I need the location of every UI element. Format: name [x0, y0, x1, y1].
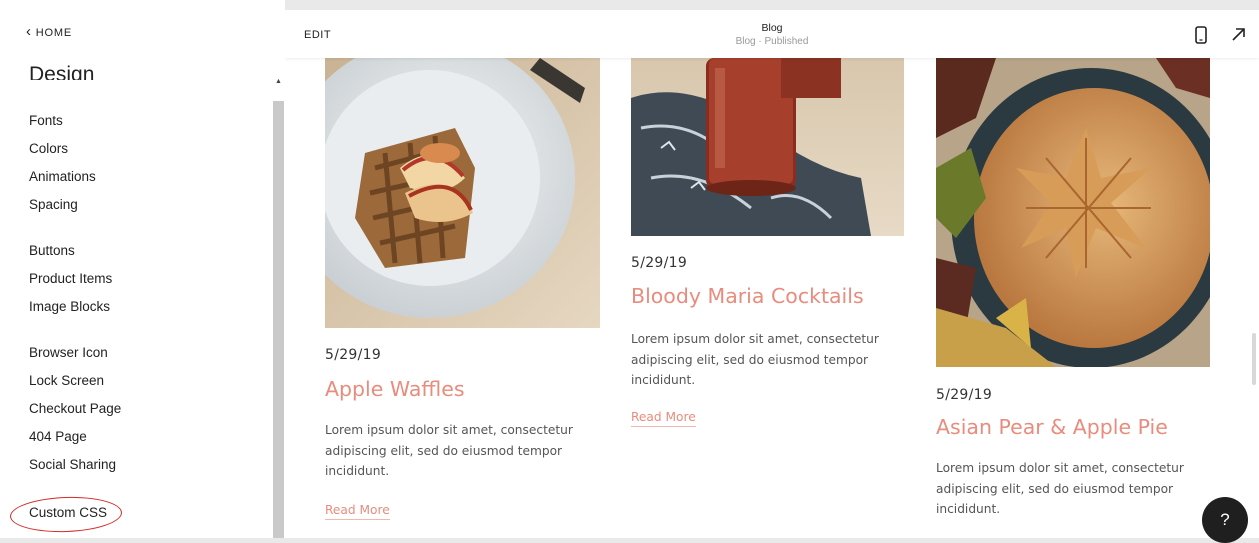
menu-item-lock-screen[interactable]: Lock Screen: [29, 367, 121, 395]
menu-item-animations[interactable]: Animations: [29, 163, 96, 191]
page-status: Blog · Published: [735, 36, 809, 47]
chevron-left-icon: ‹: [26, 23, 32, 40]
page-title: Blog: [761, 22, 783, 34]
menu-item-custom-css[interactable]: Custom CSS: [29, 499, 107, 527]
pie-photo[interactable]: [936, 58, 1210, 367]
menu-item-browser-icon[interactable]: Browser Icon: [29, 339, 121, 367]
sidebar-scrollbar[interactable]: [273, 101, 284, 538]
post-excerpt: Lorem ipsum dolor sit amet, consectetur …: [936, 461, 1184, 516]
menu-item-social-sharing[interactable]: Social Sharing: [29, 451, 121, 479]
post-date: 5/29/19: [936, 387, 993, 403]
site-preview: EDIT Blog Blog · Published 5/29/19 Apple…: [285, 10, 1259, 538]
read-more-link[interactable]: Read More: [631, 410, 696, 427]
post-excerpt: Lorem ipsum dolor sit amet, consectetur …: [631, 332, 879, 387]
post-title[interactable]: Bloody Maria Cocktails: [631, 284, 864, 308]
menu-item-fonts[interactable]: Fonts: [29, 107, 96, 135]
post-title[interactable]: Asian Pear & Apple Pie: [936, 415, 1168, 439]
preview-scrollbar-thumb[interactable]: [1252, 333, 1256, 385]
section-title: Design: [29, 63, 95, 80]
blog-content: 5/29/19 Apple Waffles Lorem ipsum dolor …: [285, 58, 1259, 538]
help-button[interactable]: ?: [1202, 497, 1248, 543]
menu-group-site: Browser Icon Lock Screen Checkout Page 4…: [29, 339, 121, 479]
bloody-maria-photo[interactable]: [631, 58, 904, 236]
post-date: 5/29/19: [325, 347, 382, 363]
home-label: HOME: [35, 27, 72, 39]
read-more-link[interactable]: Read More: [325, 503, 390, 520]
menu-group-style: Fonts Colors Animations Spacing: [29, 107, 96, 219]
sidebar: ‹ HOME Design ▲ Fonts Colors Animations …: [0, 0, 285, 538]
expand-icon[interactable]: [1231, 26, 1247, 47]
menu-item-404-page[interactable]: 404 Page: [29, 423, 121, 451]
menu-item-spacing[interactable]: Spacing: [29, 191, 96, 219]
menu-item-image-blocks[interactable]: Image Blocks: [29, 293, 112, 321]
preview-scrollbar[interactable]: [1248, 58, 1259, 538]
apple-waffles-photo[interactable]: [325, 58, 600, 328]
post-date: 5/29/19: [631, 255, 688, 271]
home-link[interactable]: ‹ HOME: [26, 23, 72, 40]
preview-topbar: EDIT Blog Blog · Published: [285, 10, 1259, 58]
mobile-preview-icon[interactable]: [1195, 26, 1207, 49]
menu-item-product-items[interactable]: Product Items: [29, 265, 112, 293]
post-title[interactable]: Apple Waffles: [325, 377, 465, 401]
menu-group-elements: Buttons Product Items Image Blocks: [29, 237, 112, 321]
scroll-up-arrow-icon[interactable]: ▲: [275, 78, 282, 85]
menu-item-colors[interactable]: Colors: [29, 135, 96, 163]
post-excerpt: Lorem ipsum dolor sit amet, consectetur …: [325, 423, 573, 478]
menu-item-checkout-page[interactable]: Checkout Page: [29, 395, 121, 423]
menu-item-buttons[interactable]: Buttons: [29, 237, 112, 265]
